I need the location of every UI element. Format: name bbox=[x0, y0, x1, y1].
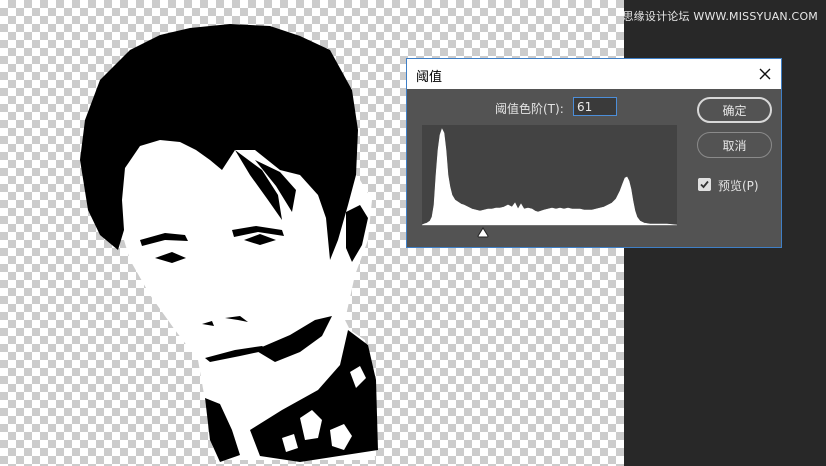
preview-checkbox[interactable] bbox=[698, 178, 711, 191]
threshold-slider-handle[interactable] bbox=[477, 227, 489, 238]
dialog-body: 阈值色阶(T): 确定 取消 预览(P) bbox=[407, 89, 781, 247]
watermark: 思缘设计论坛 WWW.MISSYUAN.COM bbox=[622, 8, 818, 24]
watermark-url: WWW.MISSYUAN.COM bbox=[693, 10, 818, 23]
dialog-titlebar[interactable]: 阈值 bbox=[407, 59, 781, 89]
preview-label: 预览(P) bbox=[718, 179, 759, 193]
threshold-level-label: 阈值色阶(T): bbox=[495, 102, 564, 116]
watermark-site-name: 思缘设计论坛 bbox=[622, 10, 690, 23]
threshold-level-input[interactable] bbox=[573, 97, 617, 116]
close-icon[interactable] bbox=[755, 64, 775, 84]
histogram-chart bbox=[422, 125, 677, 226]
cancel-button[interactable]: 取消 bbox=[697, 132, 772, 158]
ok-button[interactable]: 确定 bbox=[697, 97, 772, 123]
dialog-title: 阈值 bbox=[416, 70, 443, 85]
threshold-dialog: 阈值 阈值色阶(T): 确定 取消 预览(P) bbox=[406, 58, 782, 248]
